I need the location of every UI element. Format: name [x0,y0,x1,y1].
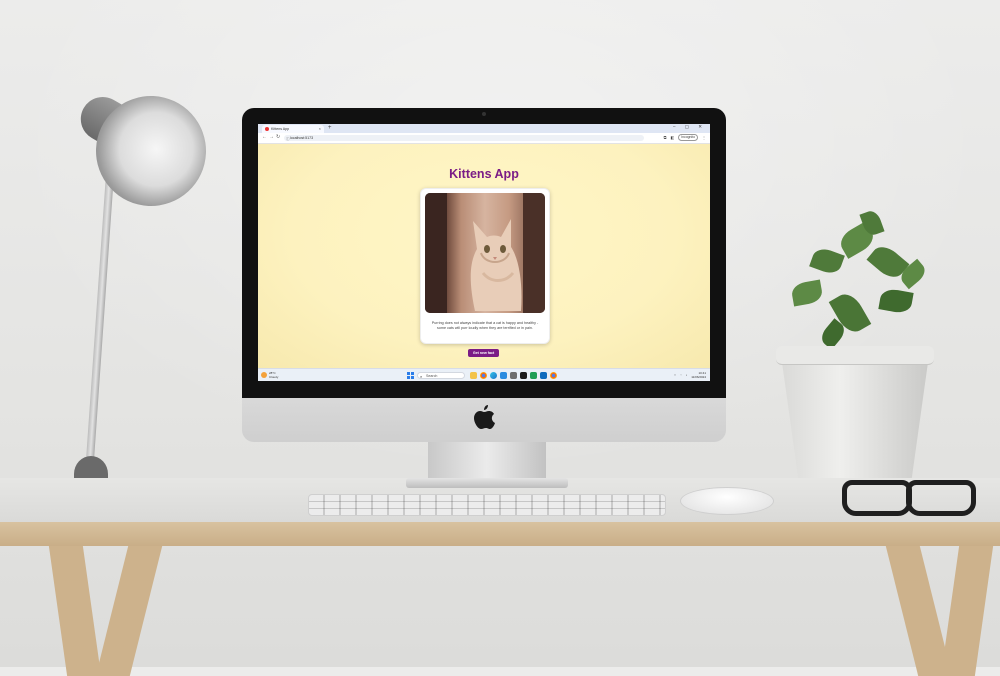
desk-leg [48,546,102,676]
get-new-fact-button[interactable]: Get new fact [468,349,499,357]
cat-photo [425,193,545,313]
new-tab-button[interactable]: + [328,125,332,132]
plant-pot-rim [776,346,934,365]
monitor-foot [406,478,568,488]
clock-date: 11/06/2024 [691,375,706,379]
cat-image [425,193,545,313]
translate-icon[interactable]: ⧉ [664,135,667,140]
toolbar-right: ⧉ ◧ Incognito ⋮ [664,134,706,141]
mail-icon[interactable] [540,372,547,379]
keyboard [308,494,666,516]
page-title: Kittens App [449,167,519,181]
file-explorer-icon[interactable] [470,372,477,379]
volume-icon[interactable]: ♪ [686,373,688,377]
taskbar-pinned-apps [470,372,557,379]
photo-scene: Kittens App × + – ▢ ✕ ← → ↻ ⓘ localhost:… [0,0,1000,676]
site-info-icon[interactable]: ⓘ [286,136,290,142]
browser-tab[interactable]: Kittens App × [262,125,324,133]
close-tab-icon[interactable]: × [319,126,321,131]
browser-toolbar: ← → ↻ ⓘ localhost:5173 ⧉ ◧ Incognito ⋮ [258,133,710,144]
favicon-icon [265,127,269,131]
mouse [680,487,774,515]
edge-icon[interactable] [490,372,497,379]
desk-leg [885,546,953,676]
fact-card: Purring does not always indicate that a … [420,188,550,344]
menu-kebab-icon[interactable]: ⋮ [702,135,706,140]
desk-edge [0,522,1000,546]
incognito-badge[interactable]: Incognito [678,134,698,141]
weather-desc: Cloudy [269,375,279,379]
forward-button[interactable]: → [269,134,274,140]
monitor-screen: Kittens App × + – ▢ ✕ ← → ↻ ⓘ localhost:… [258,124,710,381]
vscode-icon[interactable] [500,372,507,379]
app-page: Kittens App Purring does not always indi… [258,144,710,368]
taskbar-search-placeholder: Search [426,374,438,378]
taskbar-search-box[interactable]: ⌕ Search [417,372,465,379]
url-text: localhost:5173 [290,136,314,140]
windows-start-icon[interactable] [407,372,414,379]
settings-icon[interactable] [510,372,517,379]
sidebar-icon[interactable]: ◧ [670,135,674,140]
glasses-lens-right [906,480,976,516]
windows-taskbar: 28°C Cloudy ⌕ Search ˄ ◔ ♪ 10:41 11/06/2… [258,368,710,381]
store-icon[interactable] [530,372,537,379]
wifi-icon[interactable]: ◔ [680,373,682,377]
desk-leg [95,546,163,676]
browser-tab-bar: Kittens App × + – ▢ ✕ [258,124,710,133]
weather-icon [261,372,267,378]
monitor-stand [428,440,546,482]
plant-pot [780,348,930,498]
weather-widget[interactable]: 28°C Cloudy [261,371,278,379]
clock[interactable]: 10:41 11/06/2024 [691,371,706,379]
apple-logo-icon [474,405,495,429]
webcam [482,112,486,116]
tray-chevron-icon[interactable]: ˄ [674,373,676,377]
glasses-lens-left [842,480,912,516]
chrome-icon[interactable] [480,372,487,379]
window-controls[interactable]: – ▢ ✕ [673,124,706,130]
desk-leg [940,546,994,676]
address-bar[interactable]: ⓘ localhost:5173 [284,135,644,141]
chrome-icon[interactable] [550,372,557,379]
cat-fact-text: Purring does not always indicate that a … [431,321,539,330]
terminal-icon[interactable] [520,372,527,379]
reload-button[interactable]: ↻ [276,134,280,140]
search-icon: ⌕ [420,374,423,379]
system-tray: ˄ ◔ ♪ 10:41 11/06/2024 [674,371,706,379]
back-button[interactable]: ← [262,134,267,140]
tab-title: Kittens App [271,127,290,131]
